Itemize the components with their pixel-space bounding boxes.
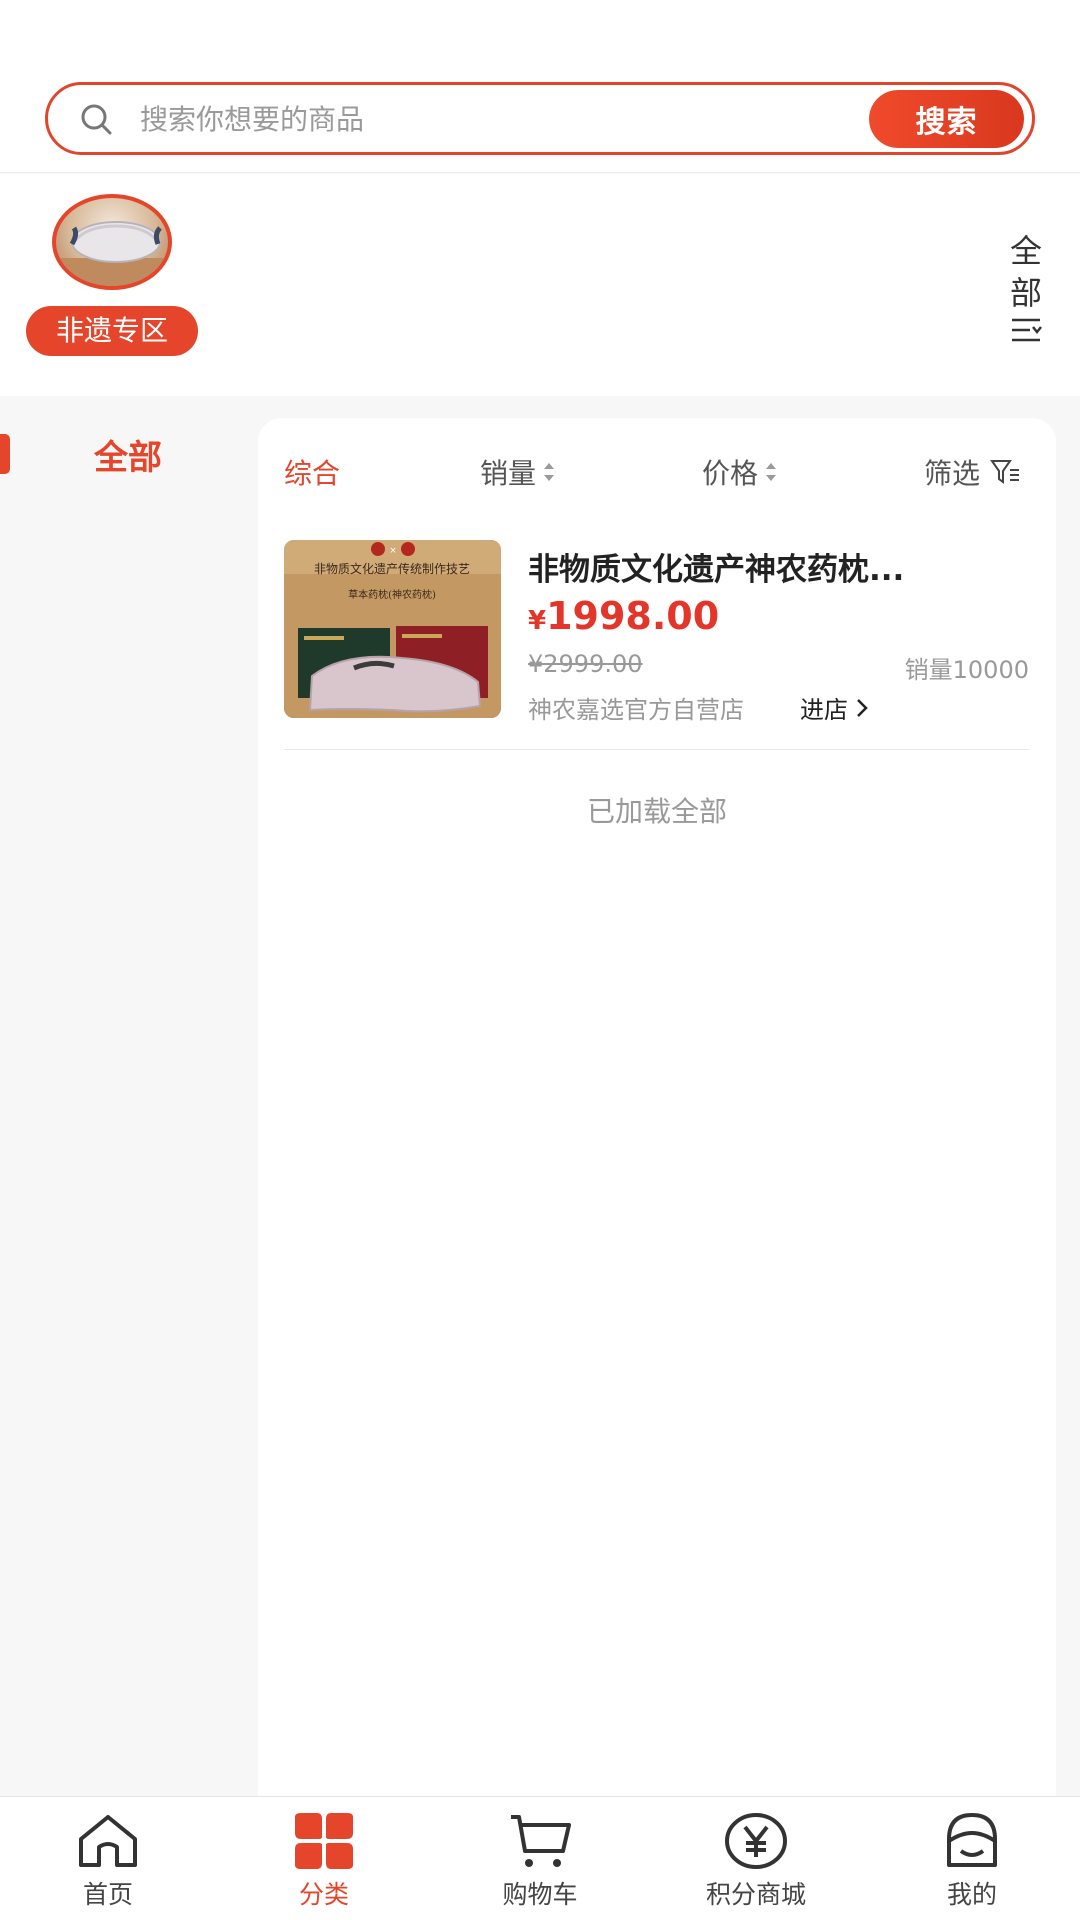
sort-price-label: 价格: [702, 457, 759, 490]
product-title[interactable]: 非物质文化遗产神农药枕...: [528, 544, 1028, 586]
category-sidebar: 全部: [0, 396, 258, 1796]
enter-store-label: 进店: [800, 696, 848, 724]
product-image[interactable]: × 非物质文化遗产传统制作技艺 草本药枕(神农药枕): [284, 540, 501, 718]
tab-points-mall-label: 积分商城: [705, 1880, 806, 1909]
search-icon: [81, 104, 112, 135]
sidebar-item-all[interactable]: 全部: [58, 430, 198, 479]
price-currency: ¥: [528, 606, 547, 636]
profile-icon: [947, 1813, 997, 1867]
tab-home[interactable]: 首页: [38, 1811, 178, 1911]
all-toggle-char-1: 全: [1009, 232, 1042, 270]
filter-button[interactable]: 筛选: [924, 452, 1020, 492]
category-label: 非遗专区: [26, 306, 198, 356]
tab-points-mall[interactable]: 积分商城: [686, 1811, 826, 1911]
tab-profile-label: 我的: [946, 1880, 997, 1909]
tab-home-label: 首页: [82, 1880, 133, 1909]
product-sales-count: 销量10000: [904, 656, 1029, 684]
sort-arrows-icon: [544, 463, 555, 481]
filter-icon: [990, 460, 1020, 484]
tab-profile[interactable]: 我的: [902, 1811, 1042, 1911]
tab-category-label: 分类: [298, 1880, 349, 1909]
product-store-name: 神农嘉选官方自营店: [528, 696, 744, 724]
home-icon: [79, 1815, 137, 1867]
product-image-subtitle: 草本药枕(神农药枕): [348, 588, 436, 601]
enter-store-link[interactable]: 进店: [800, 690, 868, 725]
category-icon: [295, 1813, 353, 1869]
tab-cart[interactable]: 购物车: [470, 1811, 610, 1911]
sort-comprehensive[interactable]: 综合: [284, 452, 340, 492]
sort-comprehensive-label: 综合: [284, 457, 341, 490]
menu-icon: [1012, 318, 1042, 342]
product-price: ¥1998.00: [528, 594, 719, 638]
all-toggle-char-2: 部: [1009, 274, 1042, 312]
tab-cart-label: 购物车: [502, 1880, 578, 1909]
chevron-right-icon: [857, 698, 868, 717]
sort-arrows-icon: [766, 463, 777, 481]
cart-icon: [511, 1815, 571, 1867]
search-button[interactable]: 搜索: [869, 90, 1024, 148]
bottom-tab-bar: 首页 分类 购物车 积分商城 我的: [0, 1796, 1080, 1920]
pillow-thumbnail: [52, 194, 172, 290]
category-item-intangible-heritage[interactable]: 非遗专区: [26, 194, 198, 364]
search-input[interactable]: [140, 95, 880, 143]
header: 搜索: [0, 0, 1080, 173]
product-image-headline: 非物质文化遗产传统制作技艺: [314, 561, 470, 576]
points-mall-icon: [725, 1813, 787, 1869]
svg-text:×: ×: [389, 546, 397, 556]
product-card[interactable]: × 非物质文化遗产传统制作技艺 草本药枕(神农药枕) 非物质文化遗产神农药枕..…: [284, 540, 1029, 750]
sort-by-price[interactable]: 价格: [702, 452, 778, 492]
product-original-price: ¥2999.00: [528, 650, 643, 678]
list-end-indicator: 已加载全部: [586, 795, 727, 828]
tab-category[interactable]: 分类: [254, 1811, 394, 1911]
all-categories-toggle[interactable]: 全 部: [1004, 230, 1048, 344]
sort-sales-label: 销量: [480, 457, 537, 490]
search-bar[interactable]: 搜索: [45, 82, 1035, 155]
sort-by-sales[interactable]: 销量: [480, 452, 556, 492]
product-list-panel: 综合 销量 价格 筛选 × 非物质文化遗产传统制作技艺 草本药枕(神农药枕) 非…: [258, 418, 1056, 1796]
filter-label: 筛选: [924, 457, 981, 490]
sort-bar: 综合 销量 价格 筛选: [258, 418, 1056, 518]
price-amount: 1998.00: [546, 594, 720, 638]
sidebar-active-indicator: [0, 434, 10, 474]
category-strip: 非遗专区 全 部: [0, 174, 1080, 396]
